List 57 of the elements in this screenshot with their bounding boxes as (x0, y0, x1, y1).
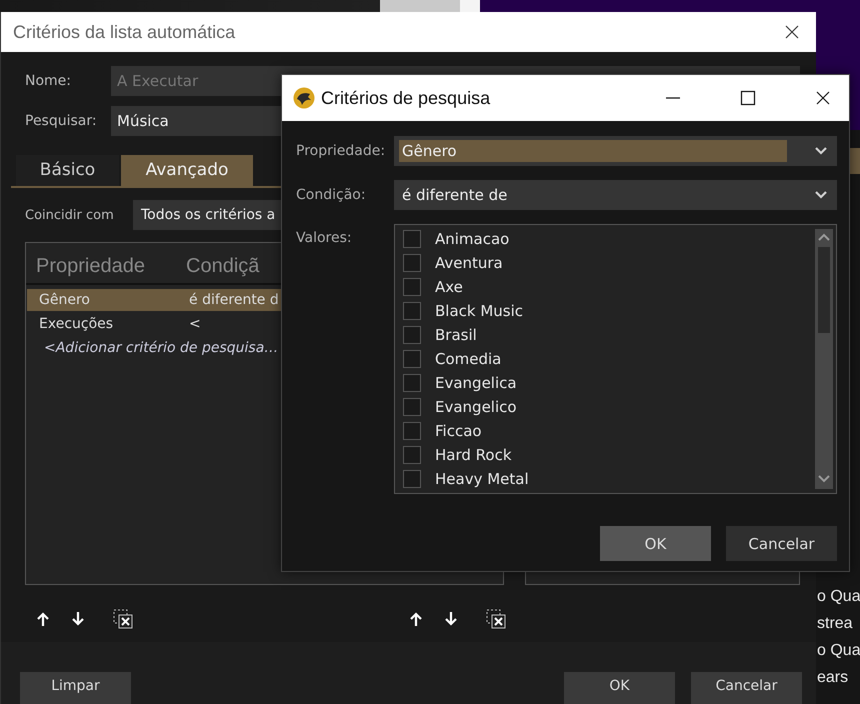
scrollbar-thumb[interactable] (818, 247, 830, 333)
checkbox[interactable] (403, 350, 421, 368)
up-arrow-icon[interactable] (35, 611, 51, 627)
checkbox[interactable] (403, 278, 421, 296)
field-label: Propriedade: (296, 142, 386, 161)
tab[interactable]: Básico (16, 155, 119, 186)
checkbox[interactable] (403, 254, 421, 272)
checkbox-label: Evangelico (435, 398, 517, 416)
close-icon[interactable] (784, 24, 800, 40)
table-cell-text: é diferente d (189, 291, 279, 310)
checkbox-label: Aventura (435, 254, 503, 272)
checkbox-label: Ficcao (435, 422, 482, 440)
checkbox[interactable] (403, 398, 421, 416)
tab[interactable]: Avançado (121, 155, 253, 186)
down-arrow-icon[interactable] (70, 611, 86, 627)
button[interactable]: Cancelar (726, 526, 837, 561)
dropdown[interactable]: é diferente de (394, 180, 837, 210)
checkbox-label: Evangelica (435, 374, 517, 392)
field-label: Nome: (25, 73, 72, 89)
list-item[interactable]: ears (817, 664, 860, 691)
checkbox-label: Comedia (435, 350, 502, 368)
field-label: Coincidir com (25, 208, 115, 222)
maximize-icon[interactable] (740, 90, 756, 106)
column-header: Propriedade (36, 254, 146, 278)
checkbox[interactable] (403, 230, 421, 248)
checkbox[interactable] (403, 470, 421, 488)
field-label: Valores: (296, 229, 353, 248)
checkbox[interactable] (403, 302, 421, 320)
button[interactable]: OK (600, 526, 711, 561)
window-title: Critérios de pesquisa (321, 88, 492, 108)
list-item[interactable]: strea (817, 610, 860, 637)
table-cell-text: < (189, 315, 201, 334)
app-logo-icon (293, 87, 315, 109)
button[interactable]: OK (564, 672, 675, 704)
column-header: Condiçã (186, 254, 260, 278)
checkbox-label: Brasil (435, 326, 477, 344)
scrollbar[interactable] (815, 229, 833, 489)
field-label: Pesquisar: (25, 113, 98, 129)
checkbox[interactable] (403, 374, 421, 392)
checkbox[interactable] (403, 422, 421, 440)
delete-icon[interactable] (113, 609, 133, 629)
window-title: Critérios da lista automática (13, 22, 236, 42)
checkbox-label: Hard Rock (435, 446, 512, 464)
delete-icon[interactable] (486, 609, 506, 629)
checkbox[interactable] (403, 446, 421, 464)
button[interactable]: Limpar (20, 672, 131, 704)
checkbox-label: Heavy Metal (435, 470, 529, 488)
down-arrow-icon[interactable] (443, 611, 459, 627)
checkbox-label: Animacao (435, 230, 510, 248)
dropdown[interactable]: Gênero (394, 136, 837, 166)
checkbox[interactable] (403, 326, 421, 344)
button[interactable]: Cancelar (691, 672, 802, 704)
field-label: Condição: (296, 186, 367, 205)
up-arrow-icon[interactable] (408, 611, 424, 627)
close-icon[interactable] (815, 90, 831, 106)
table-cell-text: Gênero (39, 291, 91, 310)
table-cell-text: Execuções (39, 315, 114, 334)
